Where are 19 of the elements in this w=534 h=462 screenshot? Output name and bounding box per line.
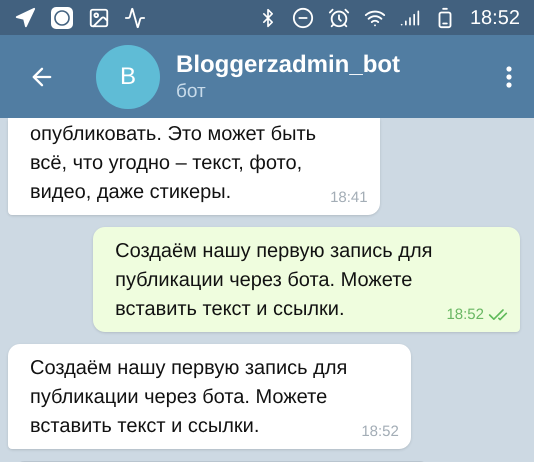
activity-icon <box>124 6 146 28</box>
chat-title: Bloggerzadmin_bot <box>176 50 402 80</box>
message-text: Создаём нашу первую запись для публикации через бота. Можете вставить текст и ссылки. <box>115 239 432 322</box>
message-text: Создаём нашу первую запись для публикации через бота. Можете вставить текст и ссылки. <box>30 356 348 439</box>
avatar: B <box>96 44 160 108</box>
message-time: 18:52 <box>361 422 399 442</box>
do-not-disturb-icon <box>292 6 314 28</box>
message-text: опубликовать. Это может быть всё, что угодно – текст, фото, видео, даже стикеры. <box>30 122 316 205</box>
chat-subtitle: бот <box>176 80 207 104</box>
signal-icon <box>400 8 420 28</box>
message-time: 18:41 <box>330 188 368 208</box>
navigation-icon <box>14 6 36 28</box>
app-icon <box>50 6 74 30</box>
menu-button[interactable] <box>506 66 512 88</box>
more-icon <box>506 66 512 88</box>
clock: 18:52 <box>470 6 520 30</box>
alarm-icon <box>328 6 350 28</box>
image-icon <box>88 6 110 28</box>
message-time: 18:52 <box>446 304 484 324</box>
